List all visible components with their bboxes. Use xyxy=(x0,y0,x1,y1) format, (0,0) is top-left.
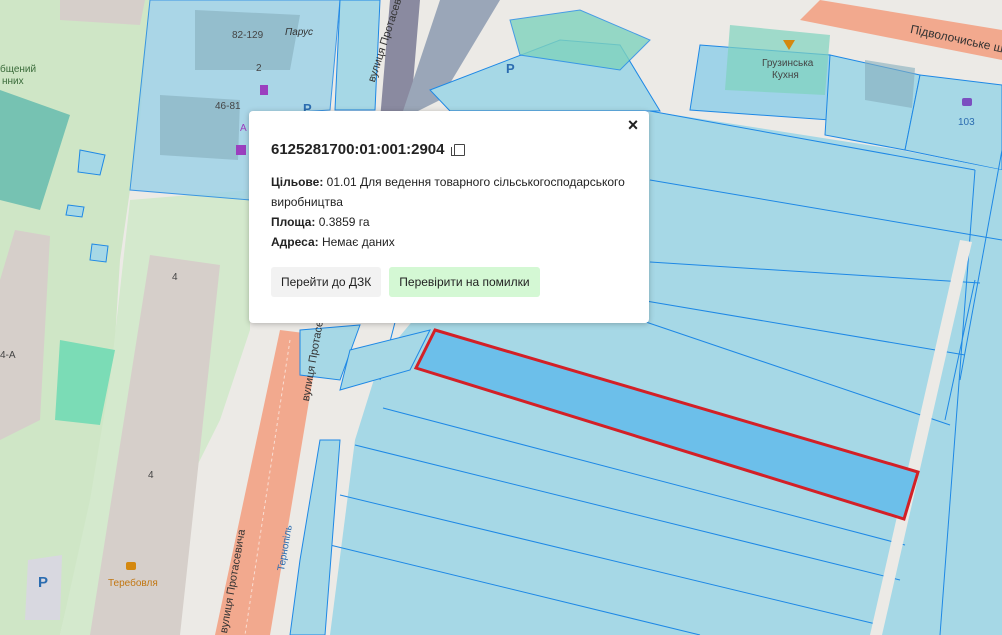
parking-icon-1: P xyxy=(506,61,515,76)
purpose-label: Цільове: xyxy=(271,175,324,189)
close-icon[interactable]: × xyxy=(623,115,643,135)
svg-text:P: P xyxy=(506,61,515,76)
area-label: Площа: xyxy=(271,215,316,229)
partial-label-2: нних xyxy=(2,76,24,87)
copy-icon[interactable] xyxy=(450,143,465,156)
small-parcel-3[interactable] xyxy=(89,243,109,263)
bar-icon xyxy=(260,85,268,95)
partial-label-a: А xyxy=(240,123,247,134)
building-right xyxy=(865,60,915,108)
house-number-4a: 4-А xyxy=(0,350,16,361)
car-icon xyxy=(962,98,972,106)
parus-label: Парус xyxy=(285,27,314,38)
cadastral-number: 6125281700:01:001:2904 xyxy=(271,141,445,158)
purpose-value: 01.01 Для ведення товарного сільськогосп… xyxy=(271,175,625,209)
partial-label-1: бщений xyxy=(0,64,37,75)
cadastral-number-title: 6125281700:01:001:2904 xyxy=(271,141,627,158)
go-to-dzk-button[interactable]: Перейти до ДЗК xyxy=(271,267,382,297)
parcel-details: Цільове: 01.01 Для ведення товарного сіл… xyxy=(271,172,627,252)
address-row: Адреса: Немає даних xyxy=(271,232,627,252)
area-value: 0.3859 га xyxy=(318,215,370,229)
area-row: Площа: 0.3859 га xyxy=(271,212,627,232)
small-parcel-2[interactable] xyxy=(65,204,85,218)
house-number-4-top: 4 xyxy=(172,272,178,283)
kukhnia-label: Кухня xyxy=(772,70,799,81)
address-value: Немає даних xyxy=(321,235,395,249)
purpose-row: Цільове: 01.01 Для ведення товарного сіл… xyxy=(271,172,627,212)
number-103-label: 103 xyxy=(958,117,975,128)
cafe-icon xyxy=(126,562,136,570)
fuel-icon xyxy=(236,145,246,155)
small-parcel-1[interactable] xyxy=(77,149,106,176)
parking-label: P xyxy=(38,574,49,591)
house-number-82-129: 82-129 xyxy=(232,30,264,41)
house-number-4-mid: 4 xyxy=(148,470,154,481)
terebovlia-label: Теребовля xyxy=(108,578,158,589)
popup-actions: Перейти до ДЗК Перевірити на помилки xyxy=(271,267,627,297)
address-label: Адреса: xyxy=(271,235,319,249)
house-number-46-81: 46-81 xyxy=(215,101,241,112)
house-number-2: 2 xyxy=(256,63,262,74)
gruzynska-label: Грузинська xyxy=(762,58,814,69)
check-errors-button[interactable]: Перевірити на помилки xyxy=(389,267,540,297)
parcel-info-popup: × 6125281700:01:001:2904 Цільове: 01.01 … xyxy=(249,111,649,323)
